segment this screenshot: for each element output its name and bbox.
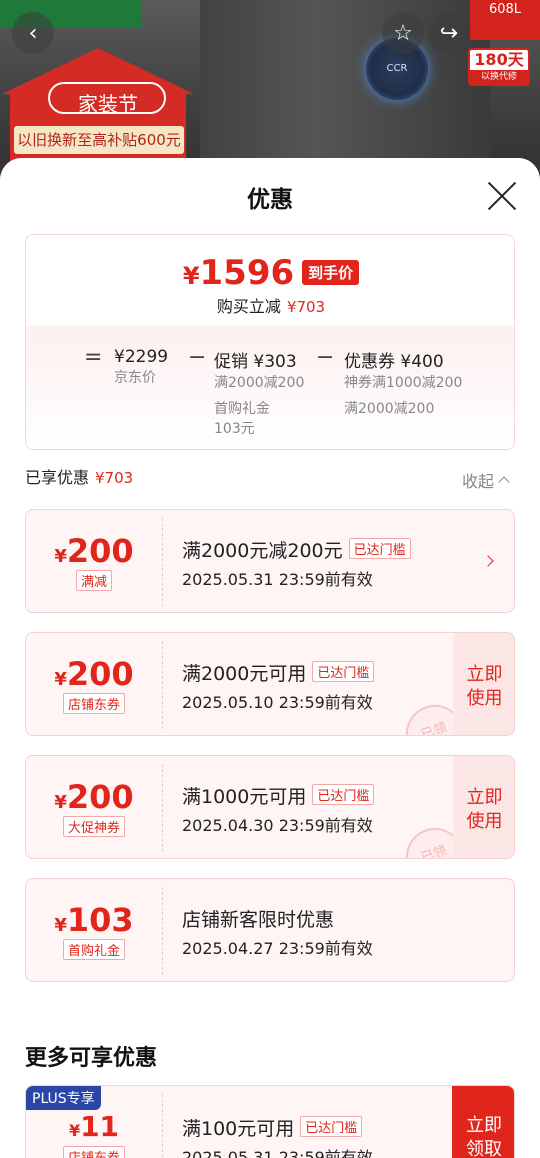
coupon-type: 店铺东券 <box>62 1146 125 1158</box>
coupon-amount: 11 <box>80 1110 120 1143</box>
promo-block: 促销 ¥303 满2000减200 首购礼金 103元 <box>214 352 305 437</box>
jd-price: ¥2299 <box>114 347 169 367</box>
final-price-value: 1596 <box>199 253 295 293</box>
use-now-button[interactable]: 立即使用 <box>453 633 514 735</box>
enjoyed-value: ¥703 <box>95 469 134 487</box>
coupon-block: 优惠券 ¥400 神券满1000减200 满2000减200 <box>344 352 463 417</box>
threshold-badge: 已达门槛 <box>348 538 411 559</box>
service-badge: 180天 以换代修 <box>468 48 530 86</box>
coupon-amount: 103 <box>66 901 134 939</box>
price-summary-card: ¥1596 到手价 购买立减 ¥703 = ¥2299 京东价 − 促销 ¥303 … <box>25 234 515 450</box>
coupon-desc: 满100元可用 <box>182 1118 295 1140</box>
coupon-validity: 2025.05.31 23:59前有效 <box>182 570 373 589</box>
back-icon: ‹ <box>28 20 38 46</box>
buy-off-line: 购买立减 ¥703 <box>216 297 326 316</box>
final-price-tag: 到手价 <box>302 260 360 285</box>
buy-off-value: ¥703 <box>286 298 326 316</box>
share-button[interactable]: ↪ <box>428 12 470 54</box>
home-festival-banner: 家装节 以旧换新至高补贴600元 <box>2 48 194 172</box>
promo-value: ¥303 <box>253 352 297 372</box>
chevron-right-icon[interactable] <box>482 555 494 567</box>
threshold-badge: 已达门槛 <box>312 784 375 805</box>
coupon-card[interactable]: ¥200 满减 满2000元减200元 已达门槛 2025.05.31 23:59… <box>25 509 515 613</box>
star-icon: ☆ <box>393 20 413 46</box>
coupon-card: ¥103 首购礼金 店铺新客限时优惠 2025.04.27 23:59前有效 <box>25 878 515 982</box>
jd-price-label: 京东价 <box>114 370 156 386</box>
coupon-desc: 店铺新客限时优惠 <box>182 909 335 931</box>
claim-now-button[interactable]: 立即领取 <box>452 1086 514 1158</box>
coupon-type: 首购礼金 <box>62 939 125 960</box>
plus-coupon-card: PLUS专享 ¥11 店铺东券 满100元可用已达门槛 2025.05.31 2… <box>25 1085 515 1158</box>
favorite-button[interactable]: ☆ <box>382 12 424 54</box>
coupon-validity: 2025.04.30 23:59前有效 <box>182 816 373 835</box>
coupon-desc: 满1000元可用 <box>182 786 307 808</box>
more-offers-section: 更多可享优惠 PLUS专享 ¥11 店铺东券 满100元可用已达门槛 2025.… <box>0 1008 540 1158</box>
use-now-button[interactable]: 立即使用 <box>453 756 514 858</box>
coupon-validity: 2025.04.27 23:59前有效 <box>182 939 373 958</box>
coupon-desc: 满2000元可用 <box>182 663 307 685</box>
coupon-amount: 200 <box>66 532 134 570</box>
coupon-amount: 200 <box>66 655 134 693</box>
threshold-badge: 已达门槛 <box>300 1116 363 1137</box>
coupon-desc: 满2000元减200元 <box>182 540 343 562</box>
coupon-type: 大促神券 <box>62 816 125 837</box>
share-icon: ↪ <box>439 20 459 46</box>
coupon-type: 店铺东券 <box>62 693 125 714</box>
plus-tag: PLUS专享 <box>26 1086 101 1110</box>
coupon-card: ¥200 大促神券 满1000元可用 已达门槛 2025.04.30 23:59前… <box>25 755 515 859</box>
minus-sign-2: − <box>316 345 335 370</box>
coupon-amount: 200 <box>66 778 134 816</box>
threshold-badge: 已达门槛 <box>312 661 375 682</box>
jd-price-block: ¥2299 京东价 <box>114 347 168 387</box>
final-price: ¥1596 到手价 <box>26 253 516 293</box>
more-offers-title: 更多可享优惠 <box>25 1046 158 1071</box>
enjoyed-discount: 已享优惠 ¥703 <box>25 468 134 487</box>
chevron-up-icon <box>498 476 510 488</box>
close-icon[interactable] <box>486 180 518 212</box>
banner-label: 家装节 <box>78 92 138 116</box>
coupon-validity: 2025.05.10 23:59前有效 <box>182 693 373 712</box>
banner-subtitle: 以旧换新至高补贴600元 <box>14 126 184 154</box>
back-button[interactable]: ‹ <box>12 12 54 54</box>
coupon-value: ¥400 <box>400 352 444 372</box>
coupon-card: ¥200 店铺东券 满2000元可用 已达门槛 2025.05.10 23:59前… <box>25 632 515 736</box>
minus-sign-1: − <box>188 345 207 370</box>
equals-sign: = <box>84 345 103 370</box>
coupon-type: 满减 <box>75 570 112 591</box>
coupon-validity: 2025.05.31 23:59前有效 <box>182 1148 373 1158</box>
collapse-toggle[interactable]: 收起 <box>462 468 510 492</box>
discount-sheet: 优惠 ¥1596 到手价 购买立减 ¥703 = ¥2299 京东价 − 促销 ¥3… <box>0 158 540 1158</box>
sheet-title: 优惠 <box>247 187 293 213</box>
capacity-badge: 608L <box>470 0 540 40</box>
